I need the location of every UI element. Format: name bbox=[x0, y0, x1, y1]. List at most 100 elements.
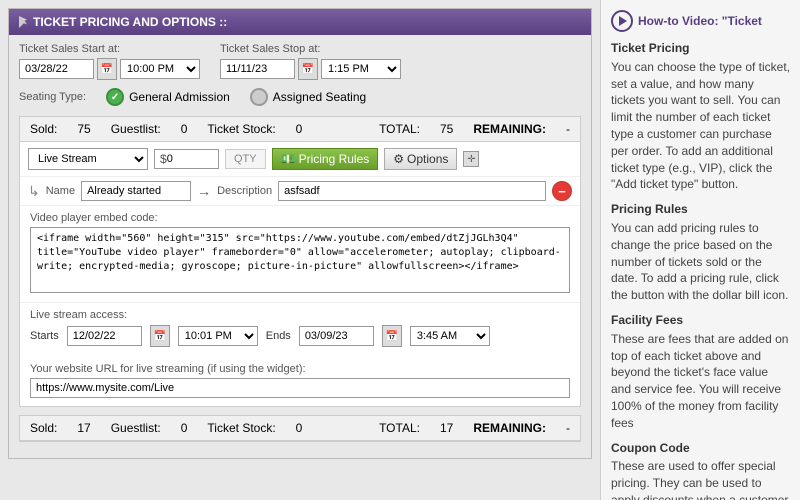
cursor-icon bbox=[19, 16, 27, 28]
ticket-sales-start: Ticket Sales Start at: 📅 10:00 PM bbox=[19, 43, 200, 80]
embed-section: Video player embed code: <iframe width="… bbox=[20, 205, 580, 302]
ticket-controls-row-1: Live Stream $ QTY 💵 Pricing Rules ⚙ Opti… bbox=[20, 142, 580, 176]
play-triangle-icon bbox=[619, 16, 627, 26]
guestlist-label-2: Guestlist: bbox=[111, 421, 161, 435]
price-input[interactable] bbox=[167, 153, 212, 165]
pricing-rules-title: Pricing Rules bbox=[611, 201, 790, 218]
start-date-input[interactable] bbox=[19, 59, 94, 79]
stream-start-time-select[interactable]: 10:01 PM bbox=[178, 326, 258, 346]
pricing-rules-label: Pricing Rules bbox=[299, 152, 370, 166]
ticket-sales-start-label: Ticket Sales Start at: bbox=[19, 43, 200, 55]
assigned-seating-radio[interactable] bbox=[250, 88, 268, 106]
url-input[interactable] bbox=[30, 378, 570, 398]
facility-fees-title: Facility Fees bbox=[611, 312, 790, 329]
start-time-select[interactable]: 10:00 PM bbox=[120, 59, 200, 79]
coupon-code-text: These are used to offer special pricing.… bbox=[611, 458, 790, 500]
total-label-2: TOTAL: bbox=[379, 421, 420, 435]
video-link-label: How-to Video: "Ticket bbox=[638, 13, 762, 30]
remaining-label-1: REMAINING: bbox=[473, 122, 546, 136]
options-label: Options bbox=[407, 152, 448, 166]
pricing-rules-text: You can add pricing rules to change the … bbox=[611, 220, 790, 304]
move-handle[interactable]: ✛ bbox=[463, 151, 479, 167]
stock-label-2: Ticket Stock: bbox=[207, 421, 275, 435]
ticket-section-2: Sold: 17 Guestlist: 0 Ticket Stock: 0 TO… bbox=[19, 415, 581, 442]
general-admission-label: General Admission bbox=[129, 90, 230, 104]
sidebar: How-to Video: "Ticket Ticket Pricing You… bbox=[600, 0, 800, 500]
sidebar-coupon-code: Coupon Code These are used to offer spec… bbox=[611, 440, 790, 500]
stream-start-date-picker[interactable]: 📅 bbox=[150, 325, 170, 347]
general-admission-option[interactable]: ✓ General Admission bbox=[106, 88, 230, 106]
ticket-pricing-title: Ticket Pricing bbox=[611, 40, 790, 57]
ticket-stats-bar-1: Sold: 75 Guestlist: 0 Ticket Stock: 0 TO… bbox=[20, 117, 580, 142]
play-button-icon[interactable] bbox=[611, 10, 633, 32]
embed-code-textarea[interactable]: <iframe width="560" height="315" src="ht… bbox=[30, 227, 570, 293]
remaining-value-1: - bbox=[566, 122, 570, 136]
price-input-wrap: $ bbox=[154, 149, 219, 169]
panel-title: TICKET PRICING AND OPTIONS :: bbox=[33, 15, 227, 29]
guestlist-value-1: 0 bbox=[181, 122, 188, 136]
stream-end-date-picker[interactable]: 📅 bbox=[382, 325, 402, 347]
options-button[interactable]: ⚙ Options bbox=[384, 148, 457, 170]
embed-code-label: Video player embed code: bbox=[30, 212, 570, 224]
ticket-name-row: ↳ Name → Description − bbox=[20, 176, 580, 205]
arrow-right-icon: → bbox=[197, 183, 211, 199]
stream-access-section: Live stream access: Starts 📅 10:01 PM En… bbox=[20, 302, 580, 359]
delete-button[interactable]: − bbox=[552, 181, 572, 201]
guestlist-value-2: 0 bbox=[181, 421, 188, 435]
stock-value-2: 0 bbox=[296, 421, 303, 435]
stream-access-label: Live stream access: bbox=[30, 309, 570, 321]
qty-label: QTY bbox=[225, 149, 266, 169]
ticket-sales-stop-label: Ticket Sales Stop at: bbox=[220, 43, 401, 55]
remaining-value-2: - bbox=[566, 421, 570, 435]
stop-date-picker-btn[interactable]: 📅 bbox=[298, 58, 318, 80]
stock-value-1: 0 bbox=[296, 122, 303, 136]
stop-time-select[interactable]: 1:15 PM bbox=[321, 59, 401, 79]
pricing-rules-button[interactable]: 💵 Pricing Rules bbox=[272, 148, 379, 170]
ticket-section-1: Sold: 75 Guestlist: 0 Ticket Stock: 0 TO… bbox=[19, 116, 581, 407]
video-link[interactable]: How-to Video: "Ticket bbox=[611, 10, 790, 32]
assigned-seating-label: Assigned Seating bbox=[273, 90, 366, 104]
name-input[interactable] bbox=[81, 181, 191, 201]
url-section: Your website URL for live streaming (if … bbox=[20, 359, 580, 406]
name-label: Name bbox=[46, 185, 75, 197]
stream-end-date-input[interactable] bbox=[299, 326, 374, 346]
ticket-stats-bar-2: Sold: 17 Guestlist: 0 Ticket Stock: 0 TO… bbox=[20, 416, 580, 441]
stream-ends-label: Ends bbox=[266, 330, 291, 342]
sold-label-2: Sold: bbox=[30, 421, 57, 435]
stock-label-1: Ticket Stock: bbox=[207, 122, 275, 136]
checkmark-icon: ✓ bbox=[111, 92, 119, 103]
stop-date-input[interactable] bbox=[220, 59, 295, 79]
guestlist-label-1: Guestlist: bbox=[111, 122, 161, 136]
total-value-1: 75 bbox=[440, 122, 453, 136]
desc-input[interactable] bbox=[278, 181, 546, 201]
sidebar-facility-fees: Facility Fees These are fees that are ad… bbox=[611, 312, 790, 432]
stream-start-date-input[interactable] bbox=[67, 326, 142, 346]
remaining-label-2: REMAINING: bbox=[473, 421, 546, 435]
url-label: Your website URL for live streaming (if … bbox=[30, 363, 570, 375]
stream-dates-row: Starts 📅 10:01 PM Ends 📅 3:45 AM bbox=[30, 325, 570, 347]
total-value-2: 17 bbox=[440, 421, 453, 435]
gear-icon: ⚙ bbox=[393, 152, 404, 166]
ticket-sales-stop: Ticket Sales Stop at: 📅 1:15 PM bbox=[220, 43, 401, 80]
total-label-1: TOTAL: bbox=[379, 122, 420, 136]
general-admission-radio[interactable]: ✓ bbox=[106, 88, 124, 106]
sidebar-pricing-rules: Pricing Rules You can add pricing rules … bbox=[611, 201, 790, 304]
desc-label: Description bbox=[217, 185, 272, 197]
indent-arrow-icon: ↳ bbox=[28, 183, 40, 200]
assigned-seating-option[interactable]: Assigned Seating bbox=[250, 88, 366, 106]
sold-value-2: 17 bbox=[77, 421, 90, 435]
coupon-code-title: Coupon Code bbox=[611, 440, 790, 457]
sold-label-1: Sold: bbox=[30, 122, 57, 136]
ticket-pricing-text: You can choose the type of ticket, set a… bbox=[611, 59, 790, 193]
panel-header: TICKET PRICING AND OPTIONS :: bbox=[9, 9, 591, 35]
dollar-sign: $ bbox=[160, 152, 167, 166]
start-date-picker-btn[interactable]: 📅 bbox=[97, 58, 117, 80]
dollar-icon: 💵 bbox=[281, 152, 296, 166]
stream-starts-label: Starts bbox=[30, 330, 59, 342]
sold-value-1: 75 bbox=[77, 122, 90, 136]
seating-type-label: Seating Type: bbox=[19, 91, 86, 103]
facility-fees-text: These are fees that are added on top of … bbox=[611, 331, 790, 432]
stream-end-time-select[interactable]: 3:45 AM bbox=[410, 326, 490, 346]
sidebar-ticket-pricing: Ticket Pricing You can choose the type o… bbox=[611, 40, 790, 193]
ticket-type-select[interactable]: Live Stream bbox=[28, 148, 148, 170]
